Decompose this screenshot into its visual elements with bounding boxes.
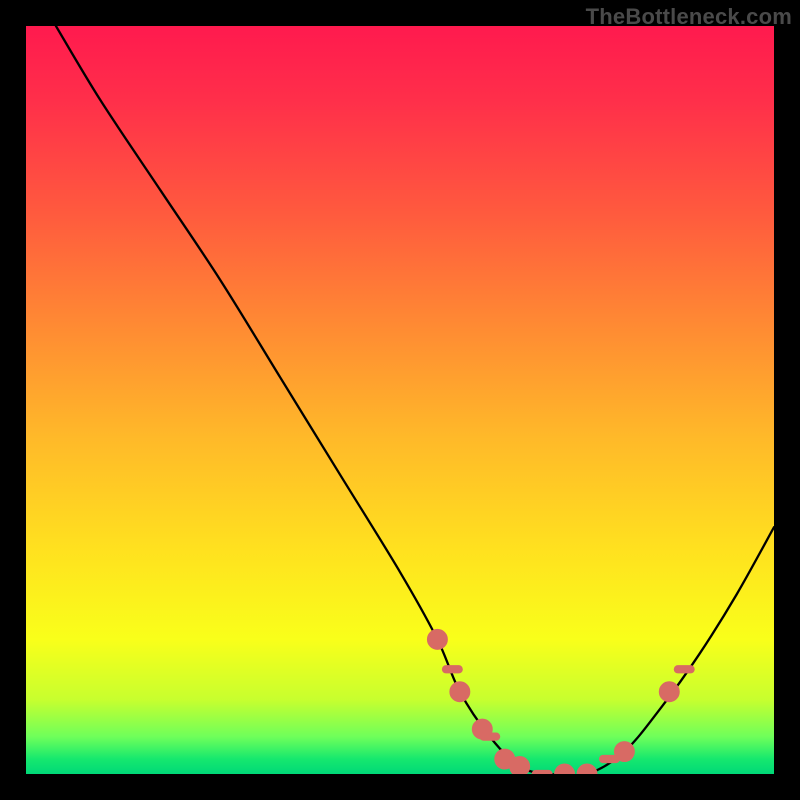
highlight-dots-group <box>431 633 695 774</box>
highlight-dot <box>558 767 571 774</box>
bottleneck-curve-svg <box>26 26 774 774</box>
highlight-dot <box>453 685 466 698</box>
highlight-dot <box>513 760 526 773</box>
highlight-pill <box>442 665 463 673</box>
highlight-dot <box>580 767 593 774</box>
highlight-pill <box>674 665 695 673</box>
highlight-dot <box>663 685 676 698</box>
highlight-dot <box>498 752 511 765</box>
chart-stage: TheBottleneck.com <box>0 0 800 800</box>
bottleneck-curve-path <box>56 26 774 774</box>
highlight-pill <box>532 770 553 774</box>
highlight-pill <box>479 732 500 740</box>
highlight-dot <box>431 633 444 646</box>
highlight-dot <box>618 745 631 758</box>
watermark-text: TheBottleneck.com <box>586 4 792 30</box>
